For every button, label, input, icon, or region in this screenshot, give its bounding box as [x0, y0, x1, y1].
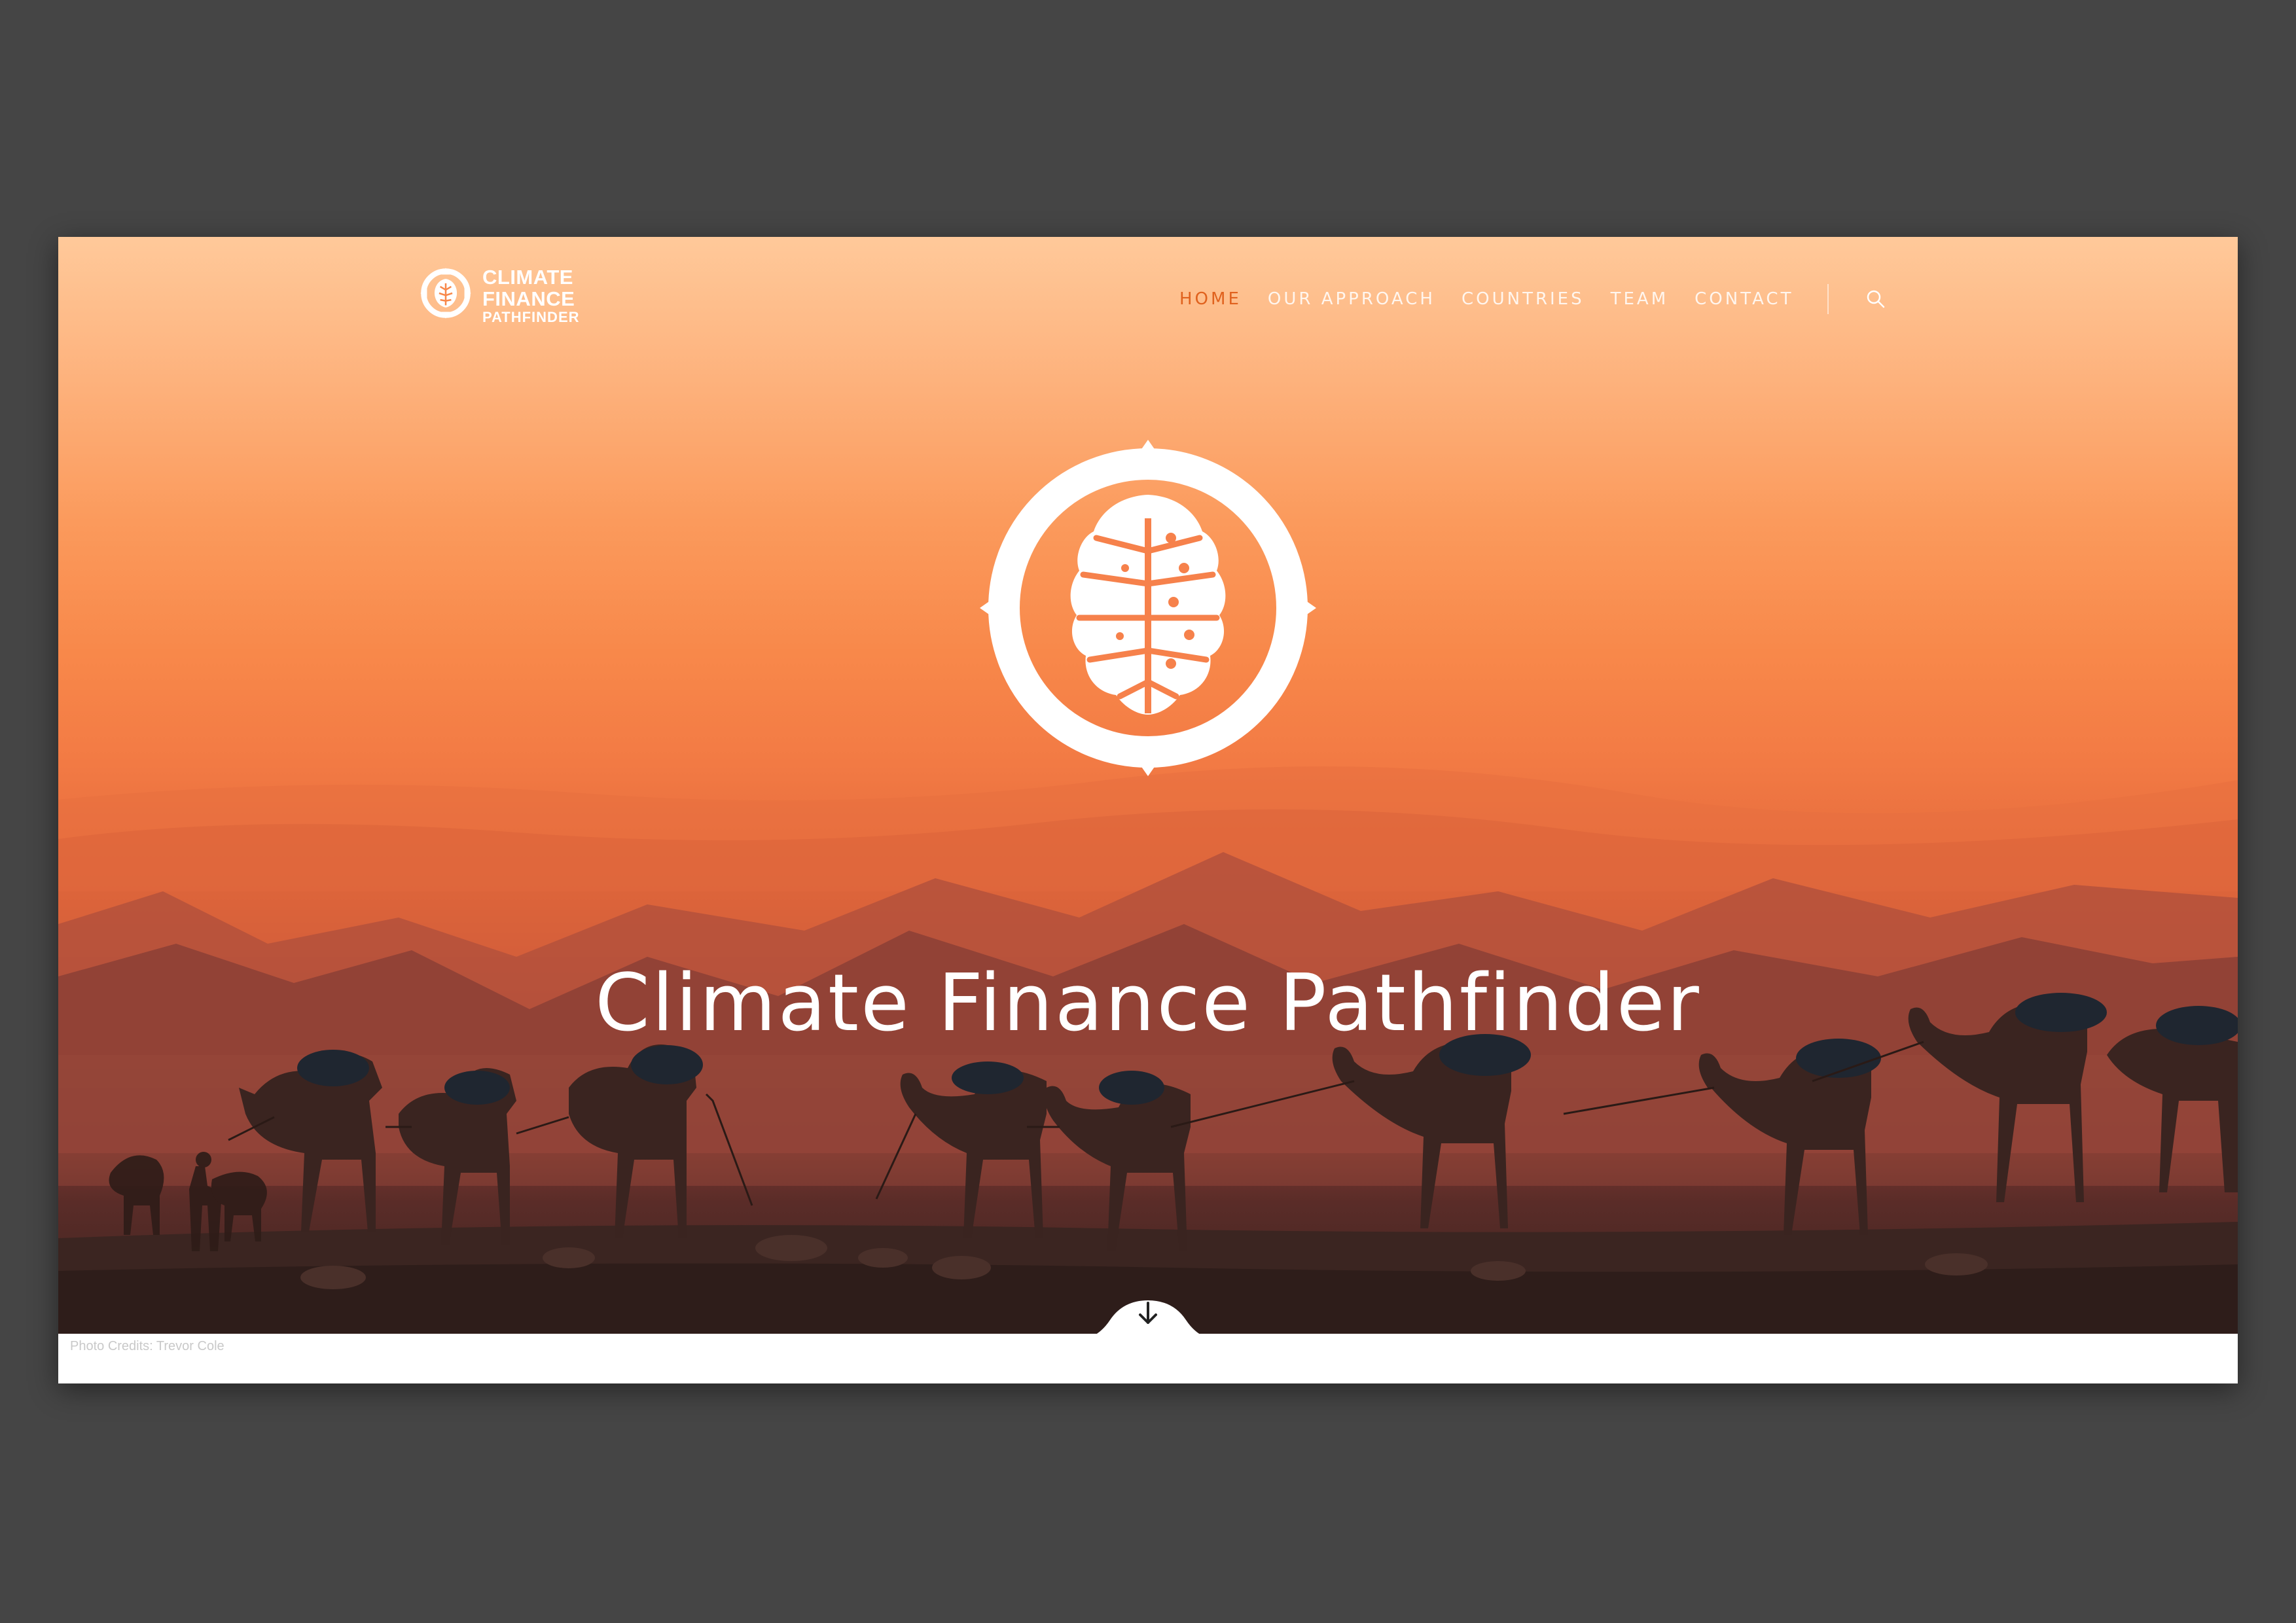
main-nav: HOME OUR APPROACH COUNTRIES TEAM CONTACT [1179, 284, 1886, 314]
nav-divider [1827, 284, 1829, 314]
nav-item-home[interactable]: HOME [1179, 289, 1242, 309]
hero-section: CLIMATE FINANCE PATHFINDER HOME OUR APPR… [58, 237, 2238, 1334]
nav-item-contact[interactable]: CONTACT [1695, 289, 1793, 309]
browser-window: CLIMATE FINANCE PATHFINDER HOME OUR APPR… [58, 237, 2238, 1383]
leaf-compass-logo-icon [420, 268, 471, 319]
search-icon[interactable] [1865, 289, 1886, 310]
hero-title: Climate Finance Pathfinder [595, 958, 1701, 1049]
logo-line-pathfinder: PATHFINDER [482, 309, 580, 325]
nav-item-team[interactable]: TEAM [1611, 289, 1669, 309]
hero-background-photo [58, 766, 2238, 1334]
arrow-down-icon[interactable] [1136, 1300, 1160, 1327]
logo-line-finance: FINANCE [482, 287, 575, 310]
site-logo[interactable]: CLIMATE FINANCE PATHFINDER [418, 266, 601, 325]
leaf-compass-emblem-icon [980, 440, 1316, 776]
photo-credits: Photo Credits: Trevor Cole [70, 1339, 224, 1353]
logo-line-climate: CLIMATE [482, 266, 573, 289]
nav-item-our-approach[interactable]: OUR APPROACH [1268, 289, 1435, 309]
nav-item-countries[interactable]: COUNTRIES [1462, 289, 1585, 309]
logo-wordmark: CLIMATE FINANCE PATHFINDER [482, 267, 580, 325]
